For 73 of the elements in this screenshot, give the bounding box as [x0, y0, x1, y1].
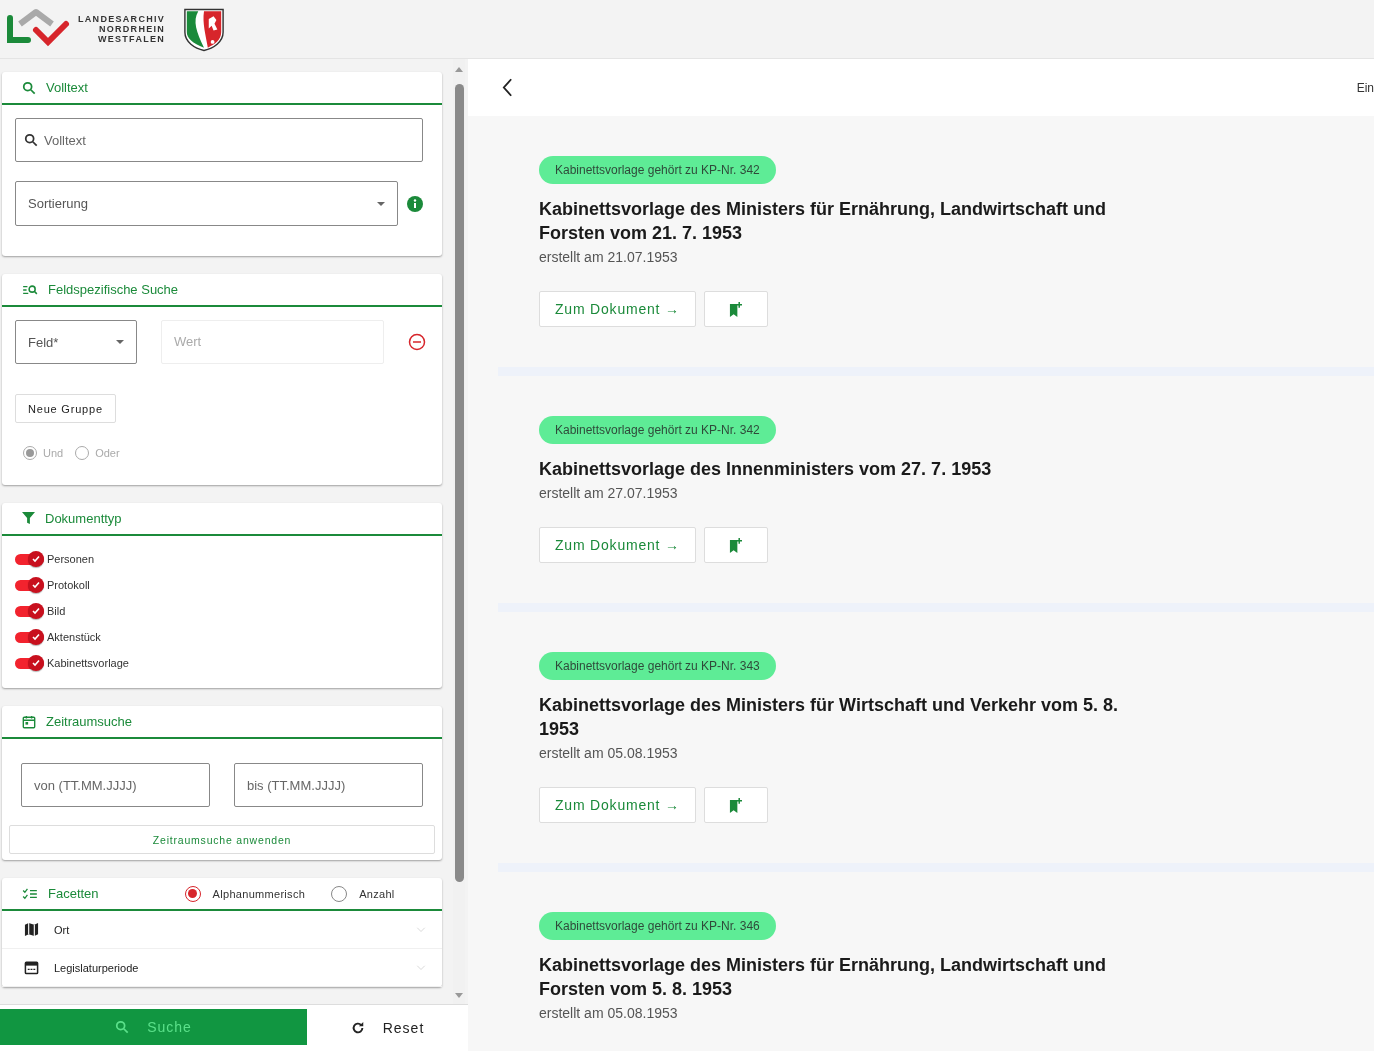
search-icon: [115, 1020, 130, 1034]
result-title: Kabinettsvorlage des Ministers für Ernährung, Landwirtschaft und Forsten vom 21. 7. 1953: [539, 198, 1108, 245]
result-title: Kabinettsvorlage des Ministers für Wirtschaft und Verkehr vom 5. 8. 1953: [539, 694, 1119, 741]
field-search-icon: [22, 283, 38, 296]
facet-item[interactable]: Legislaturperiode: [2, 949, 442, 987]
filter-icon: [22, 512, 35, 525]
section-title: Facetten: [48, 886, 99, 901]
relation-badge: Kabinettsvorlage gehört zu KP-Nr. 346: [539, 912, 776, 940]
coat-of-arms-logo: [183, 6, 226, 52]
bookmark-add-icon: [729, 797, 743, 813]
toggle-switch[interactable]: [15, 631, 44, 643]
bookmark-button[interactable]: [703, 787, 768, 823]
section-title: Zeitraumsuche: [46, 714, 132, 729]
check-icon: [31, 605, 41, 616]
section-title: Volltext: [46, 80, 88, 95]
result-title: Kabinettsvorlage des Innenministers vom 27. 7. 1953: [539, 458, 992, 481]
info-icon[interactable]: [407, 195, 423, 212]
bookmark-add-icon: [729, 301, 743, 317]
select-field[interactable]: Feld*: [15, 320, 137, 364]
logo-text: WESTFALEN: [97, 34, 166, 44]
calendar-icon: [22, 714, 36, 729]
apply-button[interactable]: Zeitraumsuche anwenden: [9, 825, 435, 854]
date-input[interactable]: von (TT.MM.JJJJ): [21, 763, 210, 807]
created-date: erstellt am 27.07.1953: [539, 485, 678, 501]
bookmark-add-icon: [729, 537, 743, 553]
created-date: erstellt am 05.08.1953: [539, 745, 678, 761]
map-icon: [24, 922, 39, 937]
facet-item[interactable]: Ort: [2, 911, 442, 949]
search-icon: [24, 133, 38, 147]
section-title: Dokumenttyp: [45, 511, 122, 526]
toggle-label: Kabinettsvorlage: [47, 657, 129, 669]
check-icon: [31, 657, 41, 668]
radio-label: Oder: [95, 447, 120, 459]
result-title: Kabinettsvorlage des Ministers für Ernährung, Landwirtschaft und Forsten vom 5. 8. 1953: [539, 954, 1108, 1001]
toggle-switch[interactable]: [15, 553, 44, 565]
select-field[interactable]: Sortierung: [15, 181, 398, 226]
refresh-icon: [350, 1021, 365, 1035]
created-date: erstellt am 05.08.1953: [539, 1005, 678, 1021]
value-input[interactable]: Wert: [161, 319, 384, 364]
back-icon[interactable]: [502, 78, 513, 97]
radio-label: Alphanummerisch: [212, 887, 306, 900]
bookmark-button[interactable]: [703, 527, 768, 563]
open-document-button[interactable]: Zum Dokument →: [539, 787, 696, 823]
bookmark-button[interactable]: [703, 291, 768, 327]
new-group-button[interactable]: Neue Gruppe: [15, 394, 116, 423]
toggle-label: Personen: [47, 553, 95, 565]
radio-label: Anzahl: [359, 887, 395, 900]
logo-text: LANDESARCHIV: [78, 14, 166, 24]
section-title: Feldspezifische Suche: [48, 282, 179, 297]
top-bar-text: Ein: [1356, 80, 1374, 95]
search-icon: [22, 80, 36, 95]
toggle-switch[interactable]: [15, 579, 44, 591]
check-icon: [31, 579, 41, 590]
open-document-button[interactable]: Zum Dokument →: [539, 527, 696, 563]
search-field[interactable]: Volltext: [15, 118, 423, 162]
toggle-switch[interactable]: [15, 657, 44, 669]
toggle-switch[interactable]: [15, 605, 44, 617]
relation-badge: Kabinettsvorlage gehört zu KP-Nr. 342: [539, 416, 776, 444]
calendar-icon: [24, 960, 39, 975]
created-date: erstellt am 21.07.1953: [539, 249, 678, 265]
logo-text: NORDRHEIN: [98, 24, 166, 34]
checklist-icon: [22, 887, 38, 900]
remove-icon[interactable]: [408, 333, 426, 351]
check-icon: [31, 631, 41, 642]
relation-badge: Kabinettsvorlage gehört zu KP-Nr. 342: [539, 156, 776, 184]
radio-label: Und: [43, 447, 64, 459]
toggle-label: Protokoll: [47, 579, 90, 591]
toggle-label: Aktenstück: [47, 631, 101, 643]
date-input[interactable]: bis (TT.MM.JJJJ): [234, 763, 423, 807]
open-document-button[interactable]: Zum Dokument →: [539, 291, 696, 327]
relation-badge: Kabinettsvorlage gehört zu KP-Nr. 343: [539, 652, 776, 680]
check-icon: [31, 553, 41, 564]
toggle-label: Bild: [47, 605, 66, 617]
